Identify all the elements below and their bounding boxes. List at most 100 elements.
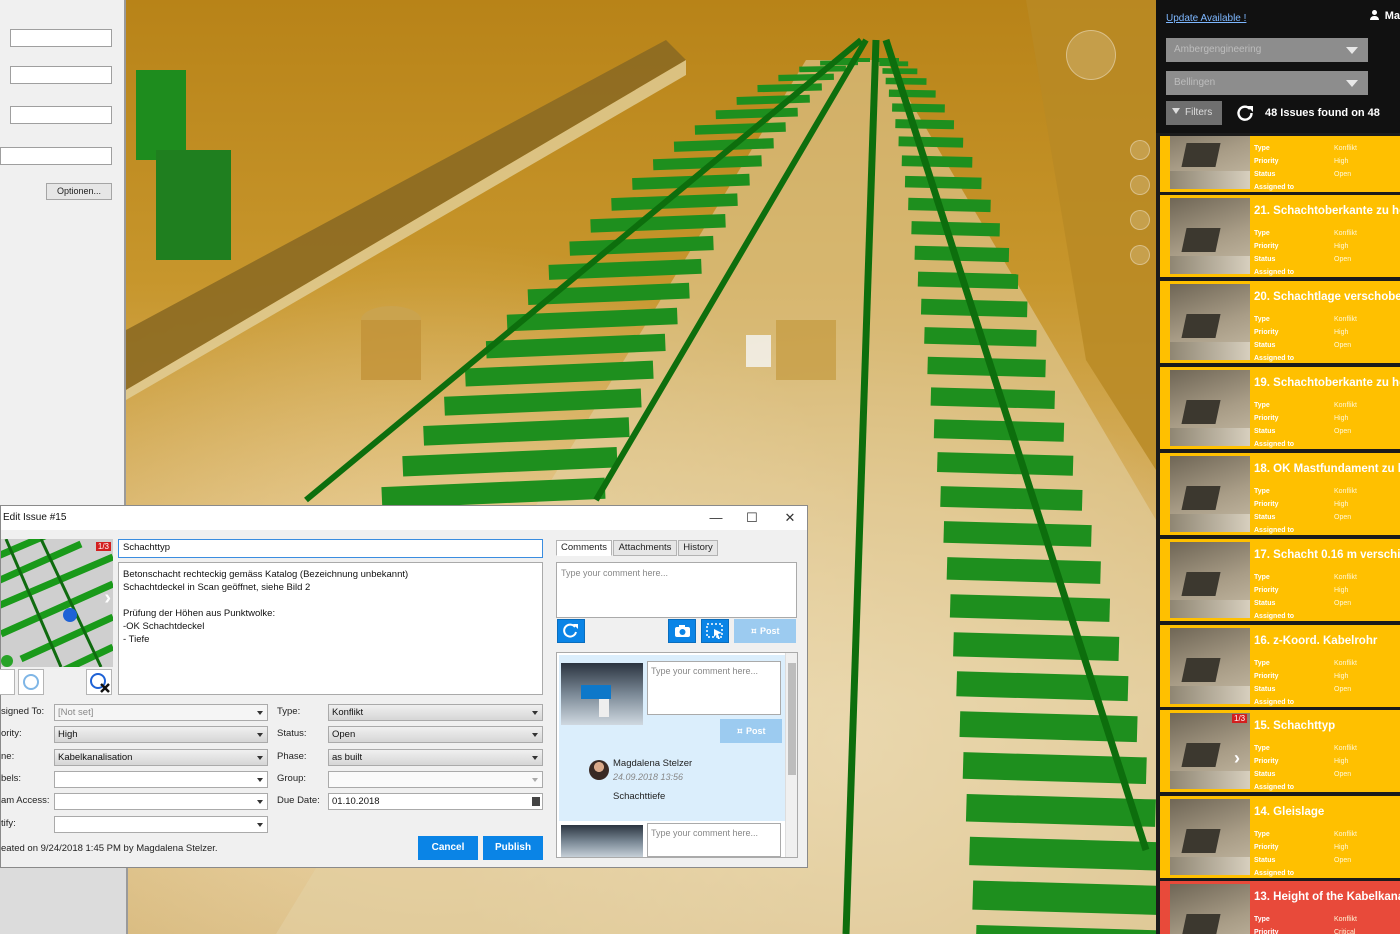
comments-scrollbar[interactable] [785,653,797,857]
publish-button[interactable]: Publish [483,836,543,860]
minimize-icon[interactable]: — [697,508,735,528]
comments-list[interactable]: Type your comment here... ⯏ Post Magdale… [556,652,798,858]
calendar-icon[interactable] [532,797,540,806]
issue-meta: Type Konflikt Priority High Status Open Assign… [1254,485,1357,535]
rail-segment [965,794,1156,827]
notify-select[interactable] [54,816,268,833]
select-image-icon[interactable] [18,669,44,695]
issue-card[interactable]: 17. Schacht 0.16 m verschie Type Konflikt P… [1160,539,1400,621]
user-name: Ma [1384,10,1400,22]
reply-input[interactable]: Type your comment here... [647,823,781,857]
delete-image-icon[interactable] [86,669,112,695]
issues-header: Update Available ! Ma Ambergengineering … [1156,0,1400,133]
issue-card[interactable]: Type Konflikt Priority High Status Open Assign… [1160,136,1400,192]
maximize-icon[interactable]: ☐ [733,508,771,528]
issue-thumbnail [1170,136,1250,189]
issue-image-preview[interactable]: 1/3 › [1,539,113,667]
type-key: Type [1254,230,1270,237]
issue-card[interactable]: 13. Height of the Kabelkana Type Konflikt P… [1160,881,1400,934]
issue-card[interactable]: 14. Gleislage Type Konflikt Priority High Sta… [1160,796,1400,878]
reply-post-button[interactable]: ⯏ Post [720,719,782,743]
issue-card[interactable]: 21. Schachtoberkante zu ho Type Konflikt Pr… [1160,195,1400,277]
camera-icon[interactable] [668,619,696,643]
due-date-input[interactable]: 01.10.2018 [328,793,543,810]
assigned-to-select[interactable]: [Not set] [54,704,268,721]
rail-segment [895,119,955,130]
comment-snapshot[interactable] [561,663,643,725]
update-available-link[interactable]: Update Available ! [1166,13,1246,24]
rail-segment [933,419,1065,442]
next-image-icon[interactable]: › [1234,748,1240,769]
type-key: Type [1254,488,1270,495]
assigned-key: Assigned to [1254,784,1295,791]
issue-summary-input[interactable]: Schachttyp [118,539,543,558]
screen-select-icon[interactable] [701,619,729,643]
orbit-icon[interactable] [1130,210,1150,230]
issue-title: 13. Height of the Kabelkana [1254,891,1400,903]
settings-field-3[interactable] [10,106,112,124]
reply-input[interactable]: Type your comment here... [647,661,781,715]
tab-comments[interactable]: Comments [556,540,612,556]
assigned-key: Assigned to [1254,355,1295,362]
type-key: Type [1254,402,1270,409]
type-value: Konflikt [1334,145,1357,152]
options-button[interactable]: Optionen... [46,183,112,200]
add-image-icon[interactable] [0,669,15,695]
type-value: Konflikt [1334,745,1357,752]
comment-snapshot[interactable] [561,825,643,857]
type-key: Type [1254,745,1270,752]
post-comment-button[interactable]: ⯏ Post [734,619,796,643]
scrollbar-thumb[interactable] [788,663,796,775]
issue-card[interactable]: 18. OK Mastfundament zu h Type Konflikt Pri… [1160,453,1400,535]
group-select[interactable] [328,771,543,788]
settings-field-1[interactable] [10,29,112,47]
status-select[interactable]: Open [328,726,543,743]
rail-segment [715,107,798,120]
measure-icon[interactable] [1130,245,1150,265]
assigned-to-value: [Not set] [58,707,94,718]
comment-input[interactable]: Type your comment here... [556,562,797,618]
next-image-icon[interactable]: › [104,587,111,610]
priority-value: Critical [1334,929,1356,934]
issue-card[interactable]: 19. Schachtoberkante zu ho Type Konflikt Pr… [1160,367,1400,449]
created-info: eated on 9/24/2018 1:45 PM by Magdalena … [1,843,218,854]
type-key: Type [1254,316,1270,323]
type-value: Konflikt [332,707,364,718]
type-value: Konflikt [1334,916,1357,923]
project-dropdown[interactable]: Ambergengineering [1166,38,1368,62]
folder-dropdown[interactable]: Bellingen [1166,71,1368,95]
issue-card[interactable]: 16. z-Koord. Kabelrohr Type Konflikt Priori… [1160,625,1400,707]
type-select[interactable]: Konflikt [328,704,543,721]
navigation-cube-icon[interactable] [1066,30,1116,80]
tab-attachments[interactable]: Attachments [613,540,677,556]
cancel-button[interactable]: Cancel [418,836,478,860]
settings-field-2[interactable] [10,66,112,84]
issue-meta: Type Konflikt Priority High Status Open Assign… [1254,571,1357,621]
issue-card[interactable]: 15. Schachttyp Type Konflikt Priority High St… [1160,710,1400,792]
priority-value: High [1334,501,1349,508]
issue-description-input[interactable]: Betonschacht rechteckig gemäss Katalog (… [118,562,543,695]
type-value: Konflikt [1334,488,1357,495]
phase-select[interactable]: as built [328,749,543,766]
rail-segment [927,356,1046,378]
priority-value: High [1334,673,1349,680]
zoom-icon[interactable] [1130,140,1150,160]
priority-select[interactable]: High [54,726,268,743]
caret-down-icon [257,778,263,782]
settings-field-4[interactable] [0,147,112,165]
priority-key: Priority [1254,844,1279,851]
refresh-comments-icon[interactable] [557,619,585,643]
priority-value: High [1334,844,1349,851]
user-menu[interactable]: Ma [1369,10,1400,22]
filters-button[interactable]: Filters [1166,101,1222,125]
type-key: Type [1254,145,1270,152]
issue-card[interactable]: 20. Schachtlage verschoben Type Konflikt Pr… [1160,281,1400,363]
status-value: Open [332,729,356,740]
team-access-select[interactable] [54,793,268,810]
pan-hand-icon[interactable] [1130,175,1150,195]
tab-history[interactable]: History [678,540,718,556]
labels-select[interactable] [54,771,268,788]
close-icon[interactable]: ✕ [771,508,809,528]
zone-select[interactable]: Kabelkanalisation [54,749,268,766]
refresh-icon[interactable] [1236,104,1254,122]
